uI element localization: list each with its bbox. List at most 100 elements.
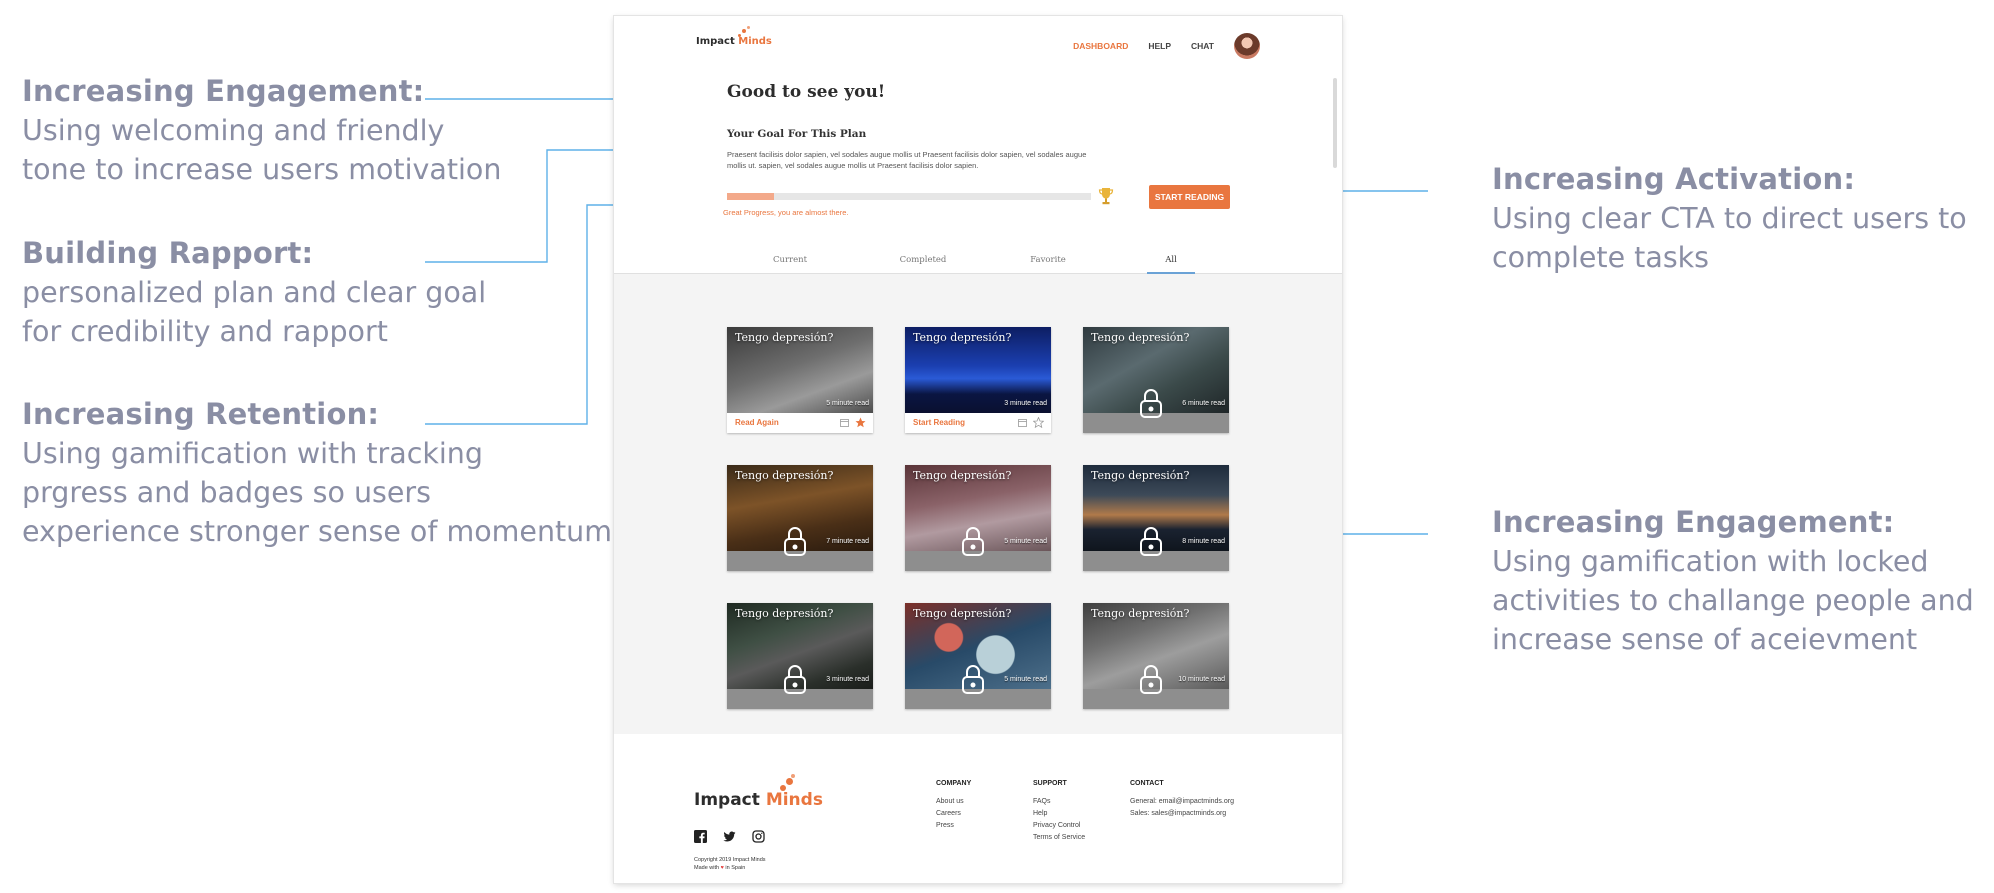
card-read-time: 8 minute read xyxy=(1182,538,1225,545)
tab-all[interactable]: All xyxy=(1165,255,1177,265)
footer-link-careers[interactable]: Careers xyxy=(936,808,971,820)
footer-link-terms[interactable]: Terms of Service xyxy=(1033,832,1085,844)
tab-current[interactable]: Current xyxy=(773,255,807,265)
made-with-line: Made with ♥ in Spain xyxy=(694,864,766,872)
annotation-line: activities to challange people and xyxy=(1492,584,1974,617)
nav-chat[interactable]: CHAT xyxy=(1191,41,1214,51)
annotation-line: experience stronger sense of momentum xyxy=(22,515,613,548)
footer-link-privacy[interactable]: Privacy Control xyxy=(1033,820,1085,832)
annotation-line: Using gamification with locked xyxy=(1492,545,1929,578)
lock-icon xyxy=(1140,665,1162,694)
lock-icon xyxy=(1140,389,1162,418)
card-read-time: 5 minute read xyxy=(1004,538,1047,545)
annotation-line: Using gamification with tracking xyxy=(22,437,483,470)
card-title: Tengo depresión? xyxy=(1091,331,1190,344)
nav-dashboard[interactable]: DASHBOARD xyxy=(1073,41,1128,51)
tab-favorite[interactable]: Favorite xyxy=(1030,255,1066,265)
annotation-rapport: Building Rapport: personalized plan and … xyxy=(22,234,486,351)
lock-icon xyxy=(962,665,984,694)
card-title: Tengo depresión? xyxy=(735,469,834,482)
annotation-line: tone to increase users motivation xyxy=(22,153,502,186)
tab-bar: Current Completed Favorite All xyxy=(614,252,1342,274)
contact-sales-email[interactable]: Sales: sales@impactminds.org xyxy=(1130,808,1234,820)
article-card[interactable]: Tengo depresión? 5 minute read Read Agai… xyxy=(727,327,873,433)
start-reading-link[interactable]: Start Reading xyxy=(913,418,965,427)
footer-heading: SUPPORT xyxy=(1033,780,1067,787)
avatar[interactable] xyxy=(1234,33,1260,59)
card-title: Tengo depresión? xyxy=(1091,469,1190,482)
star-outline-icon[interactable] xyxy=(1033,417,1044,428)
article-grid: Tengo depresión? 5 minute read Read Agai… xyxy=(614,274,1342,734)
annotation-line: Using clear CTA to direct users to xyxy=(1492,202,1967,235)
footer-heading: CONTACT xyxy=(1130,780,1164,787)
lock-icon xyxy=(784,665,806,694)
card-read-time: 3 minute read xyxy=(1004,400,1047,407)
copyright-line: Copyright 2019 Impact Minds xyxy=(694,857,766,863)
annotation-line: personalized plan and clear goal xyxy=(22,276,487,309)
card-title: Tengo depresión? xyxy=(913,607,1012,620)
annotation-line: prgress and badges so users xyxy=(22,476,431,509)
card-footer: Start Reading xyxy=(905,413,1051,433)
annotation-title: Increasing Activation: xyxy=(1492,162,1856,196)
annotation-engagement-locked: Increasing Engagement: Using gamificatio… xyxy=(1492,503,1974,659)
card-read-time: 10 minute read xyxy=(1178,676,1225,683)
annotation-title: Increasing Engagement: xyxy=(1492,505,1895,539)
annotation-activation: Increasing Activation: Using clear CTA t… xyxy=(1492,160,1967,277)
footer-brand-logo[interactable]: Impact Minds xyxy=(694,790,823,810)
contact-general-email[interactable]: General: email@impactminds.org xyxy=(1130,796,1234,808)
copyright-text: Copyright 2019 Impact Minds Made with ♥ … xyxy=(694,856,766,872)
footer-link-faqs[interactable]: FAQs xyxy=(1033,796,1085,808)
footer-company-column: COMPANY About us Careers Press xyxy=(936,780,971,832)
lock-icon xyxy=(1140,527,1162,556)
article-card-locked[interactable]: Tengo depresión? 5 minute read xyxy=(905,603,1051,709)
annotation-line: complete tasks xyxy=(1492,241,1710,274)
article-card-locked[interactable]: Tengo depresión? 3 minute read xyxy=(727,603,873,709)
dashboard-mockup: Impact Minds DASHBOARD HELP CHAT Good to… xyxy=(614,16,1342,883)
card-title: Tengo depresión? xyxy=(735,607,834,620)
facebook-icon[interactable] xyxy=(694,830,707,843)
start-reading-button[interactable]: START READING xyxy=(1149,185,1230,209)
trophy-icon xyxy=(1098,188,1114,205)
lock-icon xyxy=(784,527,806,556)
card-read-time: 5 minute read xyxy=(826,400,869,407)
footer-link-about[interactable]: About us xyxy=(936,796,971,808)
annotation-line: for credibility and rapport xyxy=(22,315,388,348)
article-card-locked[interactable]: Tengo depresión? 8 minute read xyxy=(1083,465,1229,571)
card-title: Tengo depresión? xyxy=(913,331,1012,344)
top-nav: DASHBOARD HELP CHAT xyxy=(1053,33,1260,59)
card-read-time: 6 minute read xyxy=(1182,400,1225,407)
footer-link-press[interactable]: Press xyxy=(936,820,971,832)
instagram-icon[interactable] xyxy=(752,830,765,843)
annotation-title: Increasing Retention: xyxy=(22,397,380,431)
card-title: Tengo depresión? xyxy=(1091,607,1190,620)
card-footer: Read Again xyxy=(727,413,873,433)
annotation-title: Building Rapport: xyxy=(22,236,314,270)
article-card[interactable]: Tengo depresión? 3 minute read Start Rea… xyxy=(905,327,1051,433)
scrollbar[interactable] xyxy=(1333,78,1337,168)
page-footer: Impact Minds Copyright 2019 Impact Minds… xyxy=(614,734,1342,883)
annotation-engagement-tone: Increasing Engagement: Using welcoming a… xyxy=(22,72,501,189)
brand-name-part2: Minds xyxy=(765,790,823,810)
brand-logo[interactable]: Impact Minds xyxy=(696,36,772,47)
footer-contact-column: CONTACT General: email@impactminds.org S… xyxy=(1130,780,1234,820)
article-card-locked[interactable]: Tengo depresión? 6 minute read xyxy=(1083,327,1229,433)
article-card-locked[interactable]: Tengo depresión? 10 minute read xyxy=(1083,603,1229,709)
progress-bar xyxy=(727,193,1091,200)
card-read-time: 3 minute read xyxy=(826,676,869,683)
article-card-locked[interactable]: Tengo depresión? 7 minute read xyxy=(727,465,873,571)
twitter-icon[interactable] xyxy=(723,830,736,843)
annotation-line: increase sense of aceievment xyxy=(1492,623,1918,656)
calendar-icon[interactable] xyxy=(1018,418,1027,427)
goal-title: Your Goal For This Plan xyxy=(727,128,867,140)
read-again-link[interactable]: Read Again xyxy=(735,418,779,427)
nav-help[interactable]: HELP xyxy=(1148,41,1171,51)
calendar-icon[interactable] xyxy=(840,418,849,427)
tab-completed[interactable]: Completed xyxy=(900,255,947,265)
brand-name-part2: Minds xyxy=(738,36,772,47)
article-card-locked[interactable]: Tengo depresión? 5 minute read xyxy=(905,465,1051,571)
greeting-heading: Good to see you! xyxy=(727,82,886,102)
card-title: Tengo depresión? xyxy=(735,331,834,344)
star-filled-icon[interactable] xyxy=(855,417,866,428)
card-read-time: 7 minute read xyxy=(826,538,869,545)
footer-link-help[interactable]: Help xyxy=(1033,808,1085,820)
